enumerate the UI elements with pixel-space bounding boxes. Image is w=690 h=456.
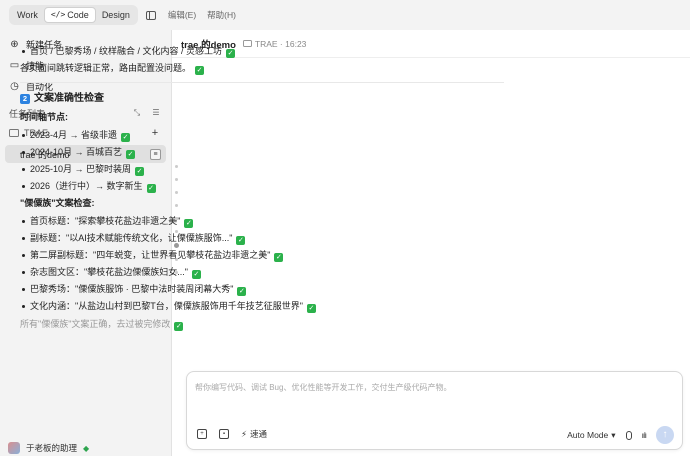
list-item: 杂志图文区："攀枝花盐边傈僳族妇女..." ✓ [20,264,512,281]
mode-code-label: Code [67,10,89,20]
status-icon: ◆ [83,443,90,453]
check-icon: ✓ [126,149,136,159]
line-text: 文化内涵："从盐边山村到巴黎T台，傈僳族服饰用千年技艺征服世界" [30,301,303,312]
section-heading: 2 文案准确性检查 [20,89,512,109]
list-item: 2023-4月 → 省级非遗 ✓ [20,127,512,144]
mode-select-label: Auto Mode [567,430,609,440]
line-text: 2024-10月 → 百城百艺 [30,146,123,157]
check-icon: ✓ [274,252,284,262]
mode-design-tab[interactable]: Design [96,7,136,23]
line-text: 文案准确性检查 [34,93,104,105]
menu-help[interactable]: 帮助(H) [207,9,236,21]
check-icon: ✓ [121,132,131,142]
lightning-icon: ⚡ [241,428,247,439]
line-text: 副标题："以AI技术赋能传统文化，让傈僳族服饰..." [30,232,233,243]
list-item: 2025-10月 → 巴黎时装周 ✓ [20,161,512,178]
title-bar: Work </> Code Design 编辑(E) 帮助(H) [0,0,690,30]
text-line: 各页面间跳转逻辑正常，路由配置没问题。 ✓ [20,60,512,77]
check-icon: ✓ [236,235,246,245]
mode-design-label: Design [101,10,130,20]
list-item: 2026（进行中）→ 数字新生 ✓ [20,178,512,195]
mode-work-label: Work [17,10,38,20]
check-icon: ✓ [226,49,236,58]
scroll-dot-active[interactable] [174,243,179,248]
scroll-dot[interactable] [175,258,178,261]
microphone-icon[interactable] [625,430,632,440]
line-text: 2026（进行中）→ 数字新生 [30,181,143,192]
avatar [8,442,20,454]
check-icon: ✓ [237,287,247,297]
mode-select[interactable]: Auto Mode ▾ [567,430,615,441]
list-item: 2024-10月 → 百城百艺 ✓ [20,144,512,161]
image-icon[interactable]: ▪ [219,429,229,439]
subheading: 时间轴节点: [20,109,512,126]
attach-file-icon[interactable]: + [197,429,207,439]
scroll-indicator[interactable] [174,165,179,274]
list-item: 首页 / 巴黎秀场 / 纹样融合 / 文化内容 / 灵感工坊 ✓ [20,43,512,60]
menu-edit[interactable]: 编辑(E) [168,9,196,21]
sidebar-toggle-icon[interactable] [145,10,156,20]
scroll-dot[interactable] [175,271,178,274]
line-text: 所有"傈僳族"文案正确，去过被完修改 [20,318,171,329]
check-icon: ✓ [135,166,145,176]
quick-label: 速通 [249,429,267,439]
check-icon: ✓ [174,321,184,331]
user-profile[interactable]: 于老板的助理 ◆ [8,442,89,454]
list-item: 第二屏副标题："四年蜕变，让世界看见攀枝花盐边非遗之美" ✓ [20,247,512,264]
text-line: 所有"傈僳族"文案正确，去过被完修改 ✓ [20,316,512,333]
check-icon: ✓ [195,66,205,76]
chat-plus-icon: ⊕ [10,39,19,50]
line-text: 时间轴节点: [20,112,68,123]
waveform-icon[interactable]: ıılı [642,431,648,440]
chat-input-box[interactable]: 帮你编写代码、调试 Bug、优化性能等开发工作，交付生产级代码产物。 + ▪ ⚡… [186,371,683,450]
mode-switcher: Work </> Code Design [9,5,138,25]
send-button[interactable]: ↑ [656,426,674,444]
code-icon: </> [50,10,66,19]
message-content: 首页 / 巴黎秀场 / 纹样融合 / 文化内容 / 灵感工坊 ✓ 各页面间跳转逻辑正… [20,43,512,333]
check-icon: ✓ [146,184,156,194]
check-icon: ✓ [184,218,194,228]
scroll-dot[interactable] [175,165,178,168]
line-text: 各页面间跳转逻辑正常，路由配置没问题。 [20,63,192,74]
list-item: 巴黎秀场："傈僳族服饰 · 巴黎中法时装周闭幕大秀" ✓ [20,281,512,298]
line-text: 第二屏副标题："四年蜕变，让世界看见攀枝花盐边非遗之美" [30,249,271,260]
line-text: 杂志图文区："攀枝花盐边傈僳族妇女..." [30,267,188,278]
section-divider [20,82,504,84]
chevron-down-icon: ▾ [611,429,616,440]
scroll-dot[interactable] [175,204,178,207]
scroll-dot[interactable] [175,178,178,181]
mode-code-tab[interactable]: </> Code [43,7,96,23]
user-name: 于老板的助理 [26,443,78,453]
scroll-dot[interactable] [175,191,178,194]
list-item: 文化内涵："从盐边山村到巴黎T台，傈僳族服饰用千年技艺征服世界" ✓ [20,298,512,315]
subheading: "傈僳族"文案检查: [20,195,512,212]
scroll-dot[interactable] [175,217,178,220]
mode-work-tab[interactable]: Work [11,7,44,23]
quick-button[interactable]: ⚡ 速通 [241,428,267,440]
check-icon: ✓ [306,304,316,314]
chat-input-placeholder[interactable]: 帮你编写代码、调试 Bug、优化性能等开发工作，交付生产级代码产物。 [195,382,451,393]
book-icon: ▭ [9,60,20,71]
line-text: 2023-4月 → 省级非遗 [30,129,118,140]
clock-icon: ◷ [10,81,19,92]
line-text: 首页 / 巴黎秀场 / 纹样融合 / 文化内容 / 灵感工坊 [30,46,223,56]
number-badge: 2 [20,94,30,105]
check-icon: ✓ [191,270,201,280]
scroll-dot[interactable] [175,230,178,233]
folder-icon [9,129,19,137]
line-text: 2025-10月 → 巴黎时装周 [30,163,132,174]
list-item: 首页标题："探索攀枝花盐边非遗之美" ✓ [20,213,512,230]
line-text: 巴黎秀场："傈僳族服饰 · 巴黎中法时装周闭幕大秀" [30,284,234,295]
line-text: "傈僳族"文案检查: [20,198,95,209]
list-item: 副标题："以AI技术赋能传统文化，让傈僳族服饰..." ✓ [20,230,512,247]
line-text: 首页标题："探索攀枝花盐边非遗之美" [30,215,181,226]
